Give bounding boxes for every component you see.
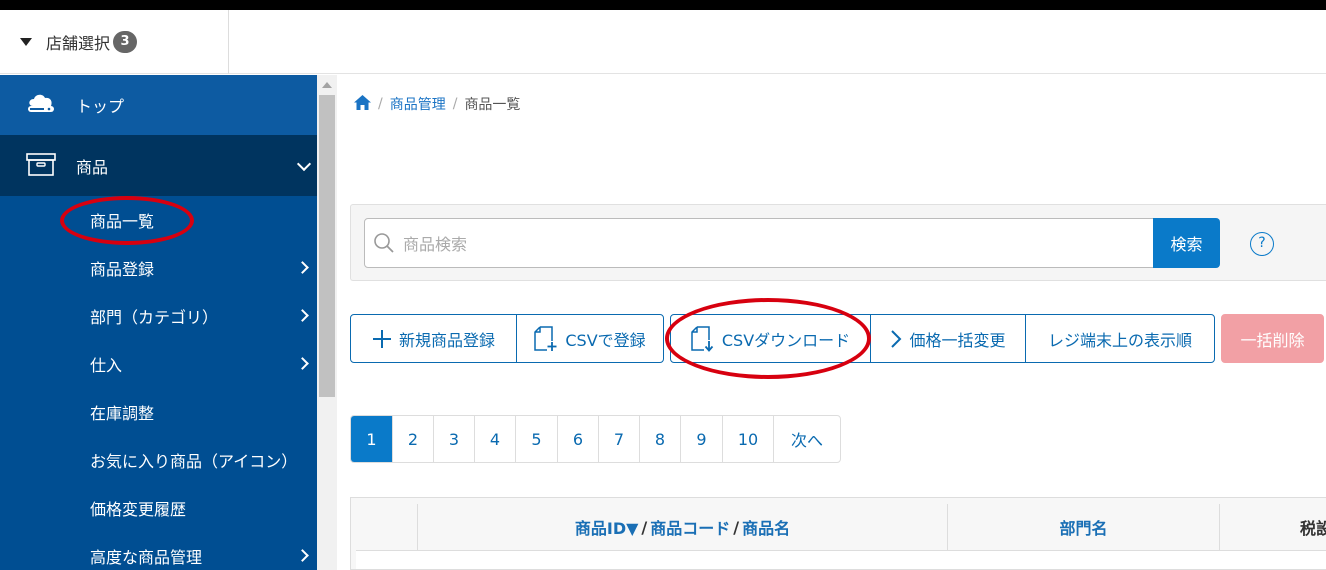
next-page-button[interactable]: 次へ	[774, 416, 840, 462]
sidebar-item-favorite-products[interactable]: お気に入り商品（アイコン）	[0, 436, 317, 484]
bulk-price-change-button[interactable]: 価格一括変更	[870, 314, 1026, 363]
search-panel: 商品検索 検索 ?	[350, 204, 1326, 281]
search-input[interactable]: 商品検索	[364, 218, 1154, 268]
plus-icon	[372, 329, 392, 349]
product-table: 商品ID▼ / 商品コード / 商品名 部門名 税設	[350, 497, 1326, 570]
sidebar-item-product-register[interactable]: 商品登録	[0, 244, 317, 292]
search-icon	[373, 232, 395, 254]
table-header-id-code-name: 商品ID▼ / 商品コード / 商品名	[417, 504, 947, 550]
chevron-right-icon	[296, 309, 309, 322]
register-display-order-button[interactable]: レジ端末上の表示順	[1025, 314, 1215, 363]
bulk-delete-button[interactable]: 一括削除	[1221, 314, 1324, 363]
table-header-tax-label: 税設	[1300, 519, 1326, 538]
breadcrumb-separator: /	[378, 96, 383, 112]
page-1[interactable]: 1	[351, 416, 393, 462]
breadcrumb-product-management[interactable]: 商品管理	[390, 94, 446, 114]
store-count-badge: 3	[113, 31, 138, 53]
sidebar-item-top[interactable]: トップ	[0, 75, 317, 135]
sidebar-item-label: 部門（カテゴリ）	[90, 308, 219, 327]
scrollbar-thumb[interactable]	[319, 95, 335, 397]
sidebar-item-label: 商品登録	[90, 260, 155, 279]
csv-download-button[interactable]: CSVダウンロード	[670, 314, 871, 363]
sidebar-item-product-label: 商品	[76, 157, 109, 177]
chevron-right-icon	[296, 549, 309, 562]
new-product-label: 新規商品登録	[398, 330, 495, 350]
header: 店舗選択 3	[0, 10, 1326, 74]
sidebar-item-stock-adjust[interactable]: 在庫調整	[0, 388, 317, 436]
breadcrumb: / 商品管理 / 商品一覧	[354, 94, 520, 114]
scroll-up-arrow-icon[interactable]	[322, 82, 332, 88]
cloud-icon	[26, 92, 56, 118]
breadcrumb-product-list: 商品一覧	[464, 97, 521, 113]
sidebar-item-top-label: トップ	[76, 97, 125, 116]
page-5[interactable]: 5	[516, 416, 558, 462]
table-header-tax: 税設	[1219, 504, 1326, 550]
table-header-checkbox-col	[356, 504, 418, 550]
sidebar-item-advanced-management[interactable]: 高度な商品管理	[0, 532, 317, 570]
table-header-department: 部門名	[947, 504, 1219, 550]
sidebar: トップ 商品 商品一覧 商品登録 部門（カテゴリ） 仕入 在庫調整 お気に入り商…	[0, 75, 317, 570]
sidebar-item-category[interactable]: 部門（カテゴリ）	[0, 292, 317, 340]
file-download-icon	[691, 325, 715, 352]
caret-down-icon	[20, 38, 32, 46]
csv-register-button[interactable]: CSVで登録	[516, 314, 664, 363]
home-icon[interactable]	[354, 94, 371, 114]
sidebar-item-label: 価格変更履歴	[90, 500, 187, 519]
page-10[interactable]: 10	[723, 416, 774, 462]
sort-product-name[interactable]: 商品名	[742, 515, 790, 539]
page-9[interactable]: 9	[681, 416, 723, 462]
sidebar-item-label: 在庫調整	[90, 404, 155, 423]
register-display-order-label: レジ端末上の表示順	[1047, 330, 1192, 350]
chevron-right-icon	[296, 357, 309, 370]
sort-department[interactable]: 部門名	[1059, 515, 1107, 539]
sidebar-item-price-history[interactable]: 価格変更履歴	[0, 484, 317, 532]
archive-box-icon	[26, 152, 56, 180]
top-black-bar	[0, 0, 1326, 10]
sidebar-item-product-list[interactable]: 商品一覧	[0, 196, 317, 244]
chevron-right-icon	[296, 261, 309, 274]
sidebar-item-label: 高度な商品管理	[90, 548, 203, 567]
help-icon[interactable]: ?	[1250, 232, 1274, 256]
sidebar-item-product[interactable]: 商品	[0, 135, 317, 196]
bulk-price-change-label: 価格一括変更	[909, 330, 1006, 350]
new-product-button[interactable]: 新規商品登録	[350, 314, 517, 363]
bulk-delete-label: 一括削除	[1240, 330, 1305, 350]
sidebar-item-purchase[interactable]: 仕入	[0, 340, 317, 388]
page-7[interactable]: 7	[599, 416, 640, 462]
csv-download-label: CSVダウンロード	[721, 330, 851, 350]
page-3[interactable]: 3	[434, 416, 475, 462]
header-separator: /	[733, 517, 740, 537]
page-4[interactable]: 4	[475, 416, 516, 462]
pagination: 1 2 3 4 5 6 7 8 9 10 次へ	[350, 415, 841, 463]
breadcrumb-separator: /	[452, 96, 458, 112]
file-add-icon	[534, 325, 558, 352]
sidebar-item-label: お気に入り商品（アイコン）	[90, 452, 298, 471]
csv-register-label: CSVで登録	[565, 330, 646, 350]
search-placeholder: 商品検索	[403, 235, 468, 254]
chevron-down-icon	[296, 156, 312, 172]
page-2[interactable]: 2	[393, 416, 434, 462]
store-select-label: 店舗選択	[46, 34, 111, 53]
chevron-right-icon	[890, 329, 902, 349]
store-select-dropdown[interactable]: 店舗選択 3	[0, 10, 229, 74]
table-row[interactable]	[356, 550, 1326, 569]
sort-product-code[interactable]: 商品コード	[650, 515, 730, 539]
sidebar-scrollbar[interactable]	[317, 75, 337, 570]
header-separator: /	[641, 517, 648, 537]
page-6[interactable]: 6	[558, 416, 599, 462]
search-button[interactable]: 検索	[1153, 218, 1220, 268]
sidebar-item-label: 仕入	[90, 356, 123, 375]
page-8[interactable]: 8	[640, 416, 681, 462]
sort-product-id[interactable]: 商品ID▼	[575, 515, 639, 539]
sidebar-item-label: 商品一覧	[90, 212, 155, 231]
